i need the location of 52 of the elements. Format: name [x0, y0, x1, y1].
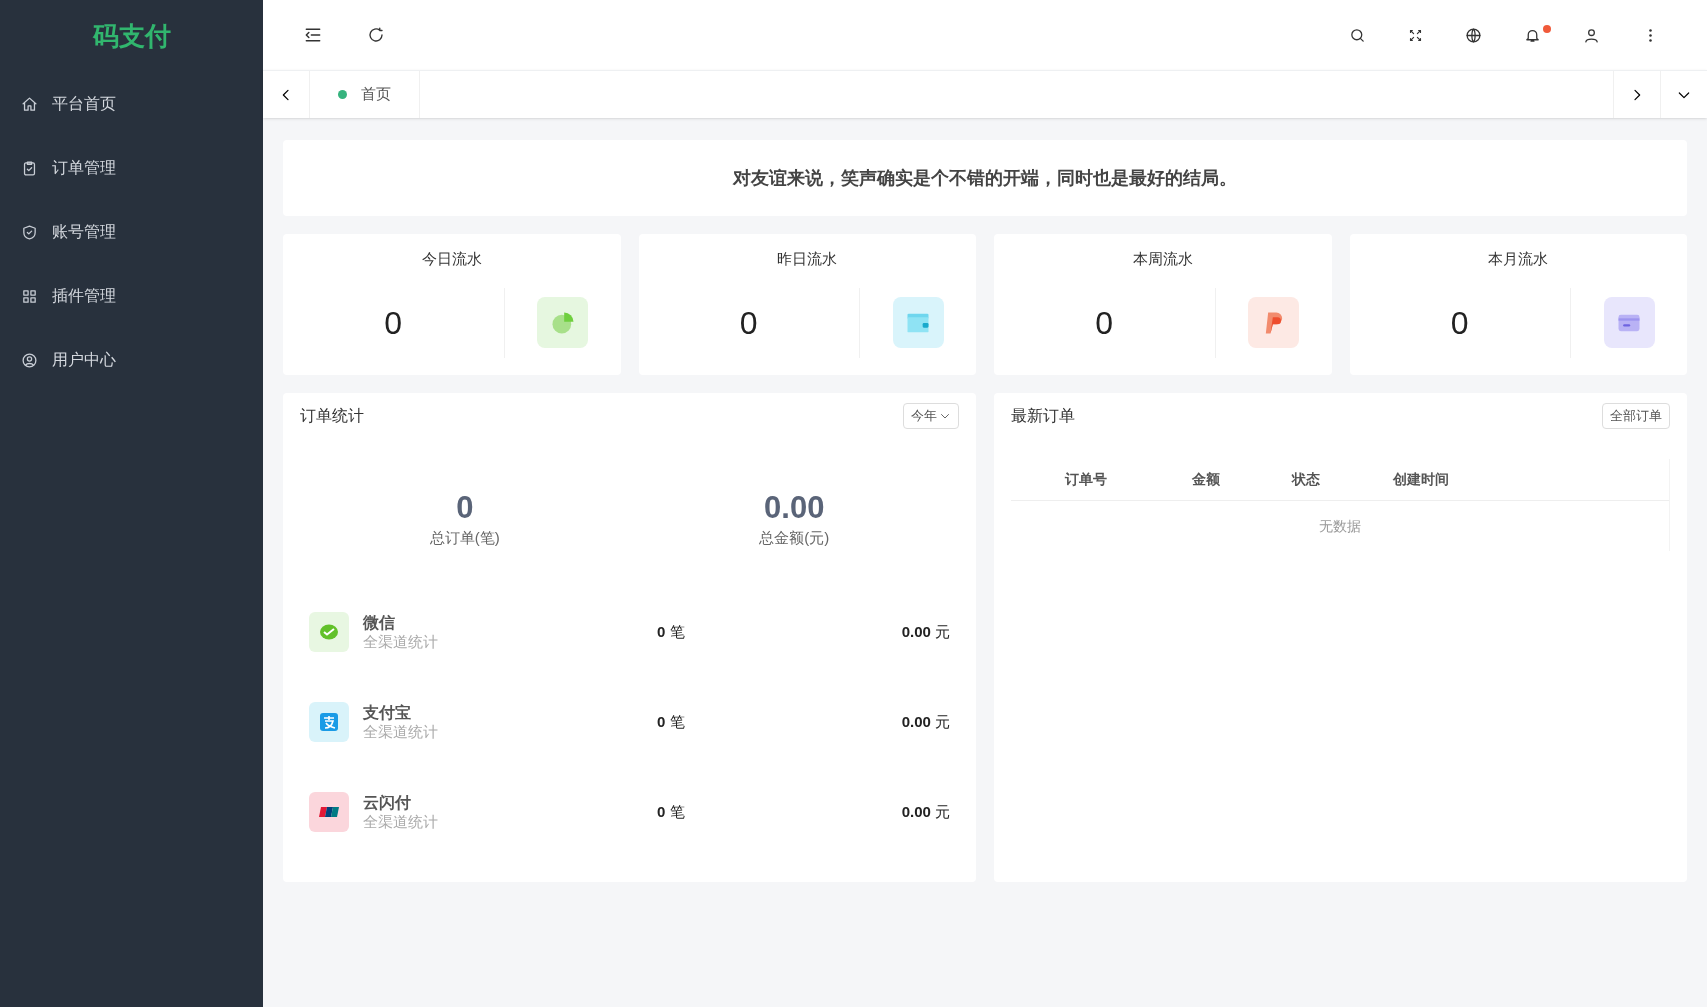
empty-message: 无数据: [1319, 516, 1361, 536]
channel-subtitle: 全渠道统计: [363, 722, 439, 741]
home-icon: [21, 95, 38, 113]
stat-title: 昨日流水: [777, 249, 838, 269]
channel-subtitle: 全渠道统计: [363, 632, 439, 651]
channel-count: 0 笔: [657, 711, 685, 732]
grid-icon: [21, 287, 38, 305]
period-dropdown[interactable]: 今年: [903, 403, 959, 429]
channel-count: 0 笔: [657, 801, 685, 822]
all-orders-button[interactable]: 全部订单: [1602, 403, 1670, 429]
column-header: 订单号: [1065, 470, 1107, 489]
globe-icon[interactable]: [1465, 26, 1482, 44]
total-label: 总金额(元): [759, 528, 830, 548]
channel-amount: 0.00 元: [901, 801, 950, 822]
channel-name: 支付宝: [363, 703, 412, 722]
column-header: 金额: [1192, 470, 1220, 489]
channel-amount: 0.00 元: [901, 621, 950, 642]
channel-subtitle: 全渠道统计: [363, 812, 439, 831]
stat-value: 0: [1095, 303, 1114, 343]
stat-title: 本月流水: [1488, 249, 1549, 269]
app-logo: 码支付: [92, 19, 171, 53]
quote-banner: 对友谊来说，笑声确实是个不错的开端，同时也是最好的结局。: [283, 140, 1687, 216]
total-value: 0.00: [764, 489, 825, 527]
stat-title: 今日流水: [421, 249, 482, 269]
stat-value: 0: [739, 303, 758, 343]
user-icon[interactable]: [1583, 26, 1600, 44]
channel-count: 0 笔: [657, 621, 685, 642]
sidebar-item[interactable]: 用户中心: [0, 328, 263, 392]
sidebar-item[interactable]: 账号管理: [0, 200, 263, 264]
channel-name: 云闪付: [363, 793, 412, 812]
total-label: 总订单(笔): [429, 528, 500, 548]
stat-title: 本周流水: [1132, 249, 1193, 269]
stat-value: 0: [1450, 303, 1469, 343]
clipboard-icon: [21, 159, 38, 177]
page-tab[interactable]: 首页: [310, 71, 420, 118]
sidebar-item[interactable]: 订单管理: [0, 136, 263, 200]
menu-icon[interactable]: [303, 25, 323, 45]
column-header: 创建时间: [1393, 470, 1449, 489]
sidebar-item[interactable]: 平台首页: [0, 72, 263, 136]
panel-title: 订单统计: [300, 406, 364, 426]
shield-check-icon: [21, 223, 38, 241]
search-icon[interactable]: [1349, 26, 1366, 44]
panel-title: 最新订单: [1011, 406, 1075, 426]
channel-amount: 0.00 元: [901, 711, 950, 732]
sidebar-item[interactable]: 插件管理: [0, 264, 263, 328]
fullscreen-icon[interactable]: [1408, 27, 1423, 43]
column-header: 状态: [1292, 470, 1320, 489]
total-value: 0: [456, 489, 474, 527]
user-circle-icon: [21, 351, 38, 369]
stat-value: 0: [384, 303, 403, 343]
refresh-icon[interactable]: [367, 26, 385, 44]
channel-name: 微信: [363, 613, 396, 632]
